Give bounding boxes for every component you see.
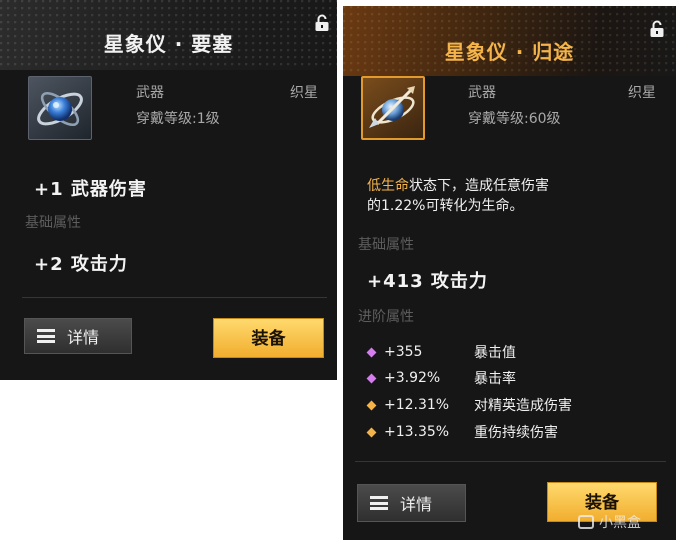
details-button[interactable]: 详情 bbox=[357, 484, 466, 522]
stat-name: 暴击值 bbox=[474, 345, 516, 361]
stat-name: 暴击率 bbox=[474, 371, 516, 387]
main-effect: +1 武器伤害 bbox=[34, 179, 147, 200]
details-label: 详情 bbox=[67, 328, 100, 347]
item-title: 星象仪 · 要塞 bbox=[103, 32, 234, 56]
diamond-icon bbox=[366, 400, 377, 410]
adv-stat-row: +3.92% 暴击率 bbox=[366, 368, 516, 388]
passive-text-line2: 的1.22%可转化为生命。 bbox=[367, 198, 524, 214]
base-attr-label: 基础属性 bbox=[358, 237, 414, 253]
item-title: 星象仪 · 归途 bbox=[444, 40, 575, 64]
stat-value: +3.92% bbox=[384, 370, 441, 386]
item-type: 武器 bbox=[468, 85, 496, 101]
item-category: 织星 bbox=[290, 85, 318, 101]
item-type: 武器 bbox=[136, 85, 164, 101]
base-attr-label: 基础属性 bbox=[25, 215, 81, 231]
item-icon[interactable] bbox=[361, 76, 425, 140]
adv-stat-row: +12.31% 对精英造成伤害 bbox=[366, 395, 572, 415]
stat-name: 重伤持续伤害 bbox=[474, 425, 558, 441]
base-attr-value: +2 攻击力 bbox=[34, 254, 128, 275]
stat-value: +13.35% bbox=[384, 424, 450, 440]
diamond-icon bbox=[366, 347, 377, 357]
item-card-return: 星象仪 · 归途 武器 织星 穿戴等级:60级 低生命状态下，造成任意伤害 的1… bbox=[343, 6, 676, 540]
astrolabe-orb-icon bbox=[37, 92, 83, 126]
stat-value: +12.31% bbox=[384, 397, 450, 413]
diamond-icon bbox=[366, 373, 377, 383]
passive-highlight: 低生命 bbox=[367, 178, 409, 194]
adv-stat-row: +355 暴击值 bbox=[366, 342, 516, 362]
watermark: 小黑盒 bbox=[578, 512, 641, 532]
astrolabe-feather-icon bbox=[369, 86, 415, 128]
diamond-icon bbox=[366, 427, 377, 437]
watermark-text: 小黑盒 bbox=[599, 515, 641, 531]
divider bbox=[22, 297, 327, 298]
adv-attr-label: 进阶属性 bbox=[358, 309, 414, 325]
menu-icon bbox=[370, 496, 388, 510]
stat-name: 对精英造成伤害 bbox=[474, 398, 572, 414]
wear-level: 穿戴等级:1级 bbox=[136, 111, 220, 127]
wear-level: 穿戴等级:60级 bbox=[468, 111, 561, 127]
menu-icon bbox=[37, 329, 55, 343]
box-icon bbox=[578, 515, 594, 529]
lock-icon[interactable] bbox=[314, 14, 330, 32]
item-card-fortress: 星象仪 · 要塞 武器 织星 穿戴等级:1级 +1 武器伤害 基础属性 +2 攻… bbox=[0, 0, 337, 380]
passive-effect: 低生命状态下，造成任意伤害 的1.22%可转化为生命。 bbox=[367, 176, 549, 216]
lock-icon[interactable] bbox=[649, 20, 665, 38]
base-attr-value: +413 攻击力 bbox=[367, 271, 488, 292]
details-label: 详情 bbox=[400, 495, 433, 514]
item-category: 织星 bbox=[628, 85, 656, 101]
passive-text: 状态下，造成任意伤害 bbox=[409, 178, 549, 194]
divider bbox=[355, 461, 666, 462]
adv-stat-row: +13.35% 重伤持续伤害 bbox=[366, 422, 558, 442]
item-icon[interactable] bbox=[28, 76, 92, 140]
stat-value: +355 bbox=[384, 344, 423, 360]
details-button[interactable]: 详情 bbox=[24, 318, 132, 354]
equip-button[interactable]: 装备 bbox=[213, 318, 324, 358]
